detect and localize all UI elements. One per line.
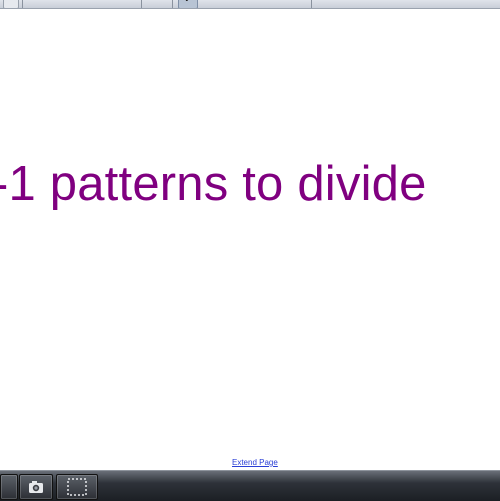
monitor-icon[interactable]: [30, 0, 46, 7]
line-pen-icon[interactable]: [267, 0, 284, 7]
highlighter-icon[interactable]: [245, 0, 262, 7]
table-icon[interactable]: [150, 0, 166, 7]
toolbar-separator: [172, 0, 173, 8]
monitor-icon[interactable]: [74, 0, 90, 7]
keyboard-icon[interactable]: [98, 0, 115, 7]
page-sorter-icon[interactable]: [3, 0, 19, 8]
whiteboard-canvas[interactable]: -1 patterns to divide Extend Page: [0, 9, 500, 470]
screen-capture-button[interactable]: [56, 474, 98, 500]
toolbar: [0, 0, 500, 9]
creative-pen-icon[interactable]: [405, 0, 422, 7]
taskbar-button[interactable]: [0, 474, 18, 500]
page-title: -1 patterns to divide: [0, 157, 427, 211]
extend-page-link[interactable]: Extend Page: [232, 458, 278, 467]
camera-icon: [29, 481, 43, 493]
sort-icon[interactable]: [122, 0, 136, 7]
toolbar-separator: [311, 0, 312, 8]
pen-icon[interactable]: [201, 0, 218, 7]
creative-pen-icon[interactable]: [223, 0, 240, 7]
toolbar-separator: [141, 0, 142, 8]
toolbar-separator: [22, 0, 23, 8]
camera-button[interactable]: [19, 474, 53, 500]
line-width-icon[interactable]: [382, 0, 399, 7]
taskbar: [0, 470, 500, 501]
screen-capture-icon: [67, 478, 87, 496]
pen-icon[interactable]: [339, 0, 355, 7]
eraser-icon[interactable]: [289, 0, 306, 7]
line-color-icon[interactable]: [360, 0, 376, 7]
select-arrow-icon[interactable]: [178, 0, 198, 8]
dropdown-chevron-icon[interactable]: [430, 0, 442, 7]
eraser-icon[interactable]: [318, 0, 334, 7]
monitor-icon[interactable]: [52, 0, 68, 7]
